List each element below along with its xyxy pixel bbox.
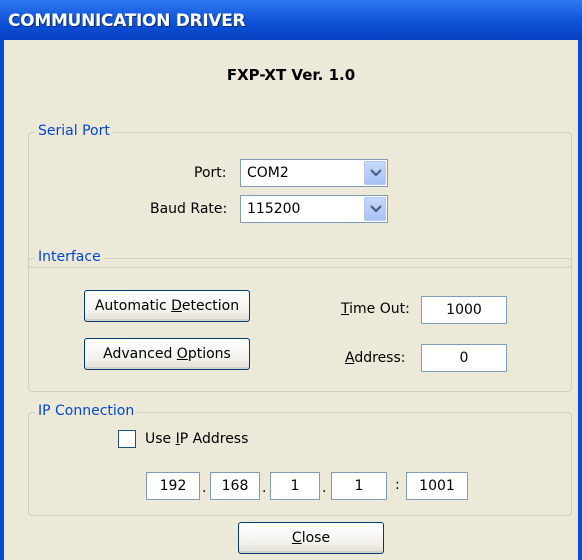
ip-connection-legend: IP Connection	[35, 403, 138, 419]
automatic-detection-suffix: etection	[181, 298, 240, 314]
ip-port-input[interactable]: 1001	[406, 472, 468, 500]
ip-dot-separator: .	[322, 480, 327, 496]
ip-octet-1-input[interactable]: 192	[146, 472, 200, 500]
ip-dot-separator: .	[202, 480, 207, 496]
address-label: Address:	[345, 350, 405, 366]
use-ip-address-prefix: Use	[145, 431, 176, 447]
ip-octet-4-input[interactable]: 1	[331, 472, 387, 500]
close-mnemonic: C	[291, 530, 302, 546]
advanced-options-mnemonic: O	[176, 346, 188, 362]
port-select[interactable]: COM2	[240, 159, 388, 187]
use-ip-address-suffix: P Address	[179, 431, 249, 447]
address-suffix: ddress:	[354, 350, 406, 366]
advanced-options-prefix: Advanced	[103, 346, 177, 362]
use-ip-address-label[interactable]: Use IP Address	[145, 431, 248, 447]
close-button[interactable]: Close	[238, 522, 384, 554]
timeout-input[interactable]: 1000	[421, 296, 507, 324]
serial-port-legend: Serial Port	[35, 123, 113, 139]
address-mnemonic: A	[345, 350, 355, 366]
driver-version-heading: FXP-XT Ver. 1.0	[226, 66, 356, 84]
advanced-options-button[interactable]: Advanced Options	[84, 338, 250, 370]
automatic-detection-prefix: Automatic	[94, 298, 172, 314]
ip-octet-3-input[interactable]: 1	[270, 472, 320, 500]
interface-legend: Interface	[35, 249, 104, 265]
automatic-detection-mnemonic: D	[171, 298, 182, 314]
ip-dot-separator: .	[262, 480, 267, 496]
port-label: Port:	[194, 165, 227, 181]
close-suffix: lose	[301, 530, 331, 546]
address-input[interactable]: 0	[421, 344, 507, 372]
automatic-detection-button[interactable]: Automatic Detection	[84, 290, 250, 322]
baud-rate-select-value: 115200	[247, 201, 301, 217]
window-frame-right	[578, 40, 582, 560]
timeout-mnemonic: T	[341, 301, 350, 317]
chevron-down-icon[interactable]	[364, 197, 386, 221]
port-select-value: COM2	[247, 165, 289, 181]
ip-port-colon: :	[395, 477, 400, 493]
window-title: COMMUNICATION DRIVER	[0, 0, 582, 40]
timeout-label: Time Out:	[341, 301, 410, 317]
dialog-body: FXP-XT Ver. 1.0 Serial Port Port: COM2 B…	[4, 40, 578, 560]
chevron-down-icon[interactable]	[364, 161, 386, 185]
advanced-options-suffix: ptions	[187, 346, 231, 362]
ip-octet-2-input[interactable]: 168	[210, 472, 260, 500]
baud-rate-select[interactable]: 115200	[240, 195, 388, 223]
timeout-suffix: ime Out:	[349, 301, 410, 317]
baud-rate-label: Baud Rate:	[150, 201, 228, 217]
use-ip-address-checkbox[interactable]	[118, 430, 136, 448]
ip-connection-group: IP Connection	[28, 403, 572, 516]
